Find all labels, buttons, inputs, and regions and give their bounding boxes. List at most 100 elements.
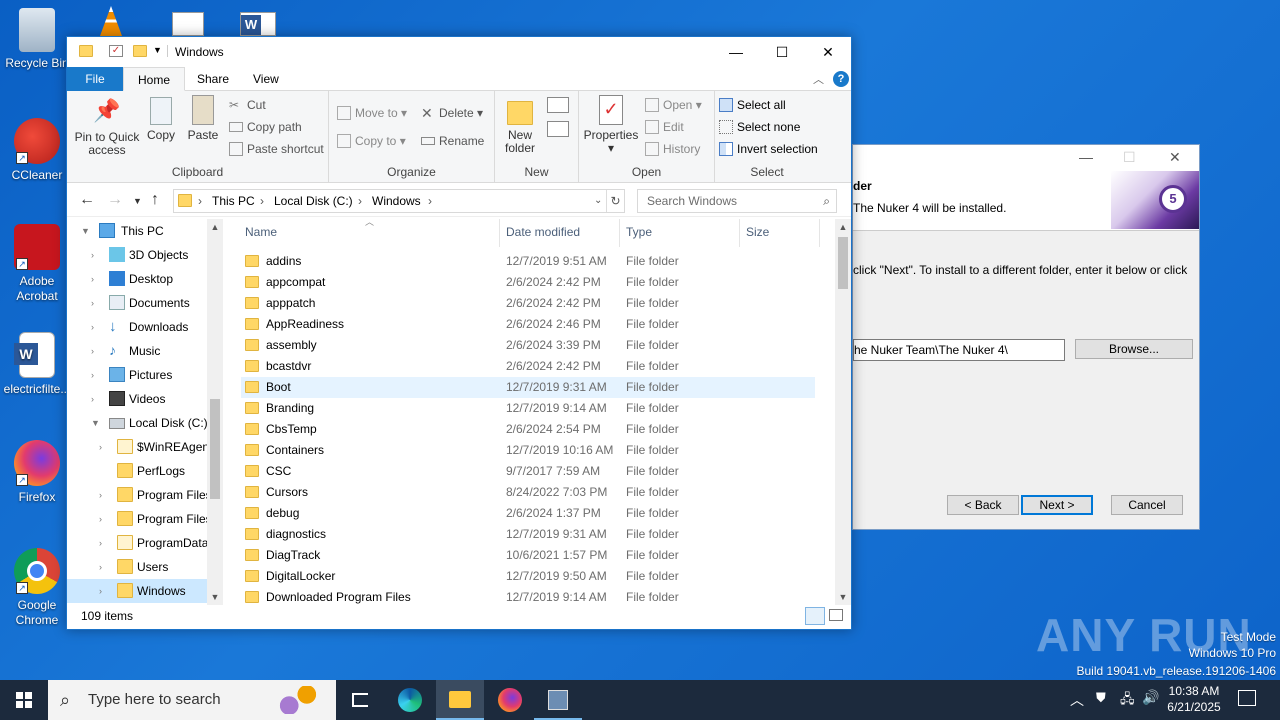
details-view-icon[interactable] xyxy=(805,607,825,625)
scroll-up-icon[interactable]: ▲ xyxy=(835,219,851,235)
nav-item-this-pc[interactable]: ▼ This PC xyxy=(67,219,207,243)
cancel-button[interactable]: Cancel xyxy=(1111,495,1183,515)
network-icon[interactable]: 🖧 xyxy=(1120,690,1135,712)
tab-share[interactable]: Share xyxy=(183,67,243,91)
tab-view[interactable]: View xyxy=(239,67,293,91)
file-row[interactable]: debug 2/6/2024 1:37 PM File folder xyxy=(241,503,815,524)
installer-taskbar-icon[interactable] xyxy=(534,680,582,720)
minimize-button[interactable]: — xyxy=(713,37,759,67)
copy-path-button[interactable]: Copy path xyxy=(229,117,302,137)
file-row[interactable]: bcastdvr 2/6/2024 2:42 PM File folder xyxy=(241,356,815,377)
file-row[interactable]: CSC 9/7/2017 7:59 AM File folder xyxy=(241,461,815,482)
nav-item-programdata[interactable]: › ProgramData xyxy=(67,531,208,555)
quick-access-dropdown-icon[interactable]: ▼ xyxy=(153,45,167,57)
next-button[interactable]: Next > xyxy=(1021,495,1093,515)
nav-item-downloads[interactable]: › ↓ Downloads xyxy=(67,315,207,339)
search-input[interactable]: Search Windows ⌕ xyxy=(637,189,837,213)
nav-item-windows[interactable]: › Windows xyxy=(67,579,207,603)
file-row[interactable]: DigitalLocker 12/7/2019 9:50 AM File folde… xyxy=(241,566,815,587)
close-icon[interactable]: ✕ xyxy=(1169,149,1181,166)
word-desktop-icon[interactable]: W xyxy=(240,12,276,36)
file-row[interactable]: Branding 12/7/2019 9:14 AM File folder xyxy=(241,398,815,419)
column-header-type[interactable]: Type xyxy=(626,225,652,243)
nav-item-3d-objects[interactable]: › 3D Objects xyxy=(67,243,207,267)
network-security-icon[interactable]: ⛊ xyxy=(1096,690,1106,706)
show-hidden-icons-icon[interactable]: ︿ xyxy=(1070,690,1084,710)
file-row[interactable]: Cursors 8/24/2022 7:03 PM File folder xyxy=(241,482,815,503)
move-to-button[interactable]: Move to ▾ xyxy=(337,103,407,123)
file-row[interactable]: assembly 2/6/2024 3:39 PM File folder xyxy=(241,335,815,356)
paste-shortcut-button[interactable]: Paste shortcut xyxy=(229,139,324,159)
desktop-icon-recycle-bin[interactable]: Recycle Bin xyxy=(0,8,74,71)
notifications-icon[interactable] xyxy=(1238,690,1256,706)
column-header-size[interactable]: Size xyxy=(746,225,769,243)
new-folder-quick-icon[interactable] xyxy=(133,45,147,57)
tab-file[interactable]: File xyxy=(67,67,123,91)
new-item-icon[interactable] xyxy=(547,97,569,113)
nav-scrollbar[interactable]: ▲ ▼ xyxy=(207,219,223,605)
nav-item-videos[interactable]: › Videos xyxy=(67,387,207,411)
column-header-date[interactable]: Date modified xyxy=(506,225,580,243)
address-bar[interactable]: › This PC › Local Disk (C:) › Windows › … xyxy=(173,189,625,213)
maximize-button[interactable]: ☐ xyxy=(759,37,805,67)
open-button[interactable]: Open ▾ xyxy=(645,95,702,115)
column-header-name[interactable]: Name xyxy=(245,225,277,243)
tab-home[interactable]: Home xyxy=(123,67,186,91)
select-all-button[interactable]: Select all xyxy=(719,95,786,115)
file-row[interactable]: diagnostics 12/7/2019 9:31 AM File folder xyxy=(241,524,815,545)
file-row[interactable]: Containers 12/7/2019 10:16 AM File folder xyxy=(241,440,815,461)
column-separator[interactable] xyxy=(499,219,500,247)
nav-item-desktop[interactable]: › Desktop xyxy=(67,267,207,291)
taskbar-search-input[interactable]: ⌕ Type here to search xyxy=(48,680,336,720)
copy-to-button[interactable]: Copy to ▾ xyxy=(337,131,406,151)
start-button[interactable] xyxy=(0,680,48,720)
large-icons-view-icon[interactable] xyxy=(829,609,843,621)
breadcrumb-local-disk[interactable]: Local Disk (C:) xyxy=(274,190,353,212)
nav-item-winreagent[interactable]: › $WinREAgent xyxy=(67,435,212,459)
file-row[interactable]: addins 12/7/2019 9:51 AM File folder xyxy=(241,251,815,272)
nav-item-documents[interactable]: › Documents xyxy=(67,291,207,315)
nav-item-music[interactable]: › ♪ Music xyxy=(67,339,207,363)
file-row[interactable]: apppatch 2/6/2024 2:42 PM File folder xyxy=(241,293,815,314)
recent-locations-icon[interactable]: ▼ xyxy=(133,196,142,206)
edit-button[interactable]: Edit xyxy=(645,117,684,137)
explorer-titlebar[interactable]: ✓ ▼ Windows — ☐ ✕ xyxy=(67,37,851,67)
easy-access-icon[interactable] xyxy=(547,121,569,137)
desktop-icon-chrome[interactable]: ↗ Google Chrome xyxy=(0,548,74,628)
close-button[interactable]: ✕ xyxy=(805,37,851,67)
pin-to-quick-access-button[interactable]: 📌 Pin to Quick access xyxy=(71,95,143,157)
back-arrow-icon[interactable]: ← xyxy=(79,191,95,209)
edge-icon[interactable] xyxy=(386,680,434,720)
copy-button[interactable]: Copy xyxy=(145,95,177,142)
file-explorer-window[interactable]: ✓ ▼ Windows — ☐ ✕ File Home Share View ︿… xyxy=(66,36,852,630)
up-arrow-icon[interactable]: ↑ xyxy=(151,191,159,209)
file-list-scrollbar[interactable]: ▲ ▼ xyxy=(835,219,851,605)
forward-arrow-icon[interactable]: → xyxy=(107,191,123,209)
clock[interactable]: 10:38 AM 6/21/2025 xyxy=(1164,683,1224,715)
column-separator[interactable] xyxy=(619,219,620,247)
rename-button[interactable]: Rename xyxy=(421,131,484,151)
file-row[interactable]: AppReadiness 2/6/2024 2:46 PM File folder xyxy=(241,314,815,335)
desktop-icon-firefox[interactable]: ↗ Firefox xyxy=(0,440,74,505)
refresh-icon[interactable]: ↻ xyxy=(606,190,624,212)
properties-quick-icon[interactable]: ✓ xyxy=(109,45,123,57)
install-path-input[interactable]: he Nuker Team\The Nuker 4\ xyxy=(853,339,1065,361)
document-desktop-icon[interactable] xyxy=(172,12,204,36)
installer-titlebar[interactable]: — ☐ ✕ xyxy=(853,145,1199,171)
help-icon[interactable]: ? xyxy=(833,71,849,87)
scroll-up-icon[interactable]: ▲ xyxy=(207,219,223,235)
file-row[interactable]: CbsTemp 2/6/2024 2:54 PM File folder xyxy=(241,419,815,440)
column-separator[interactable] xyxy=(819,219,820,247)
file-explorer-taskbar-icon[interactable] xyxy=(436,680,484,720)
invert-selection-button[interactable]: Invert selection xyxy=(719,139,818,159)
back-button[interactable]: < Back xyxy=(947,495,1019,515)
minimize-icon[interactable]: — xyxy=(1079,149,1093,165)
volume-icon[interactable]: 🔊 xyxy=(1142,689,1159,706)
history-button[interactable]: History xyxy=(645,139,700,159)
nav-item-program-files-x86[interactable]: › Program Files xyxy=(67,507,212,531)
desktop-icon-adobe-acrobat[interactable]: ↗ Adobe Acrobat xyxy=(0,224,74,304)
nav-item-users[interactable]: › Users xyxy=(67,555,207,579)
cut-button[interactable]: ✂ Cut xyxy=(229,95,266,115)
nav-item-program-files[interactable]: › Program Files xyxy=(67,483,212,507)
vlc-desktop-icon[interactable] xyxy=(100,6,122,36)
